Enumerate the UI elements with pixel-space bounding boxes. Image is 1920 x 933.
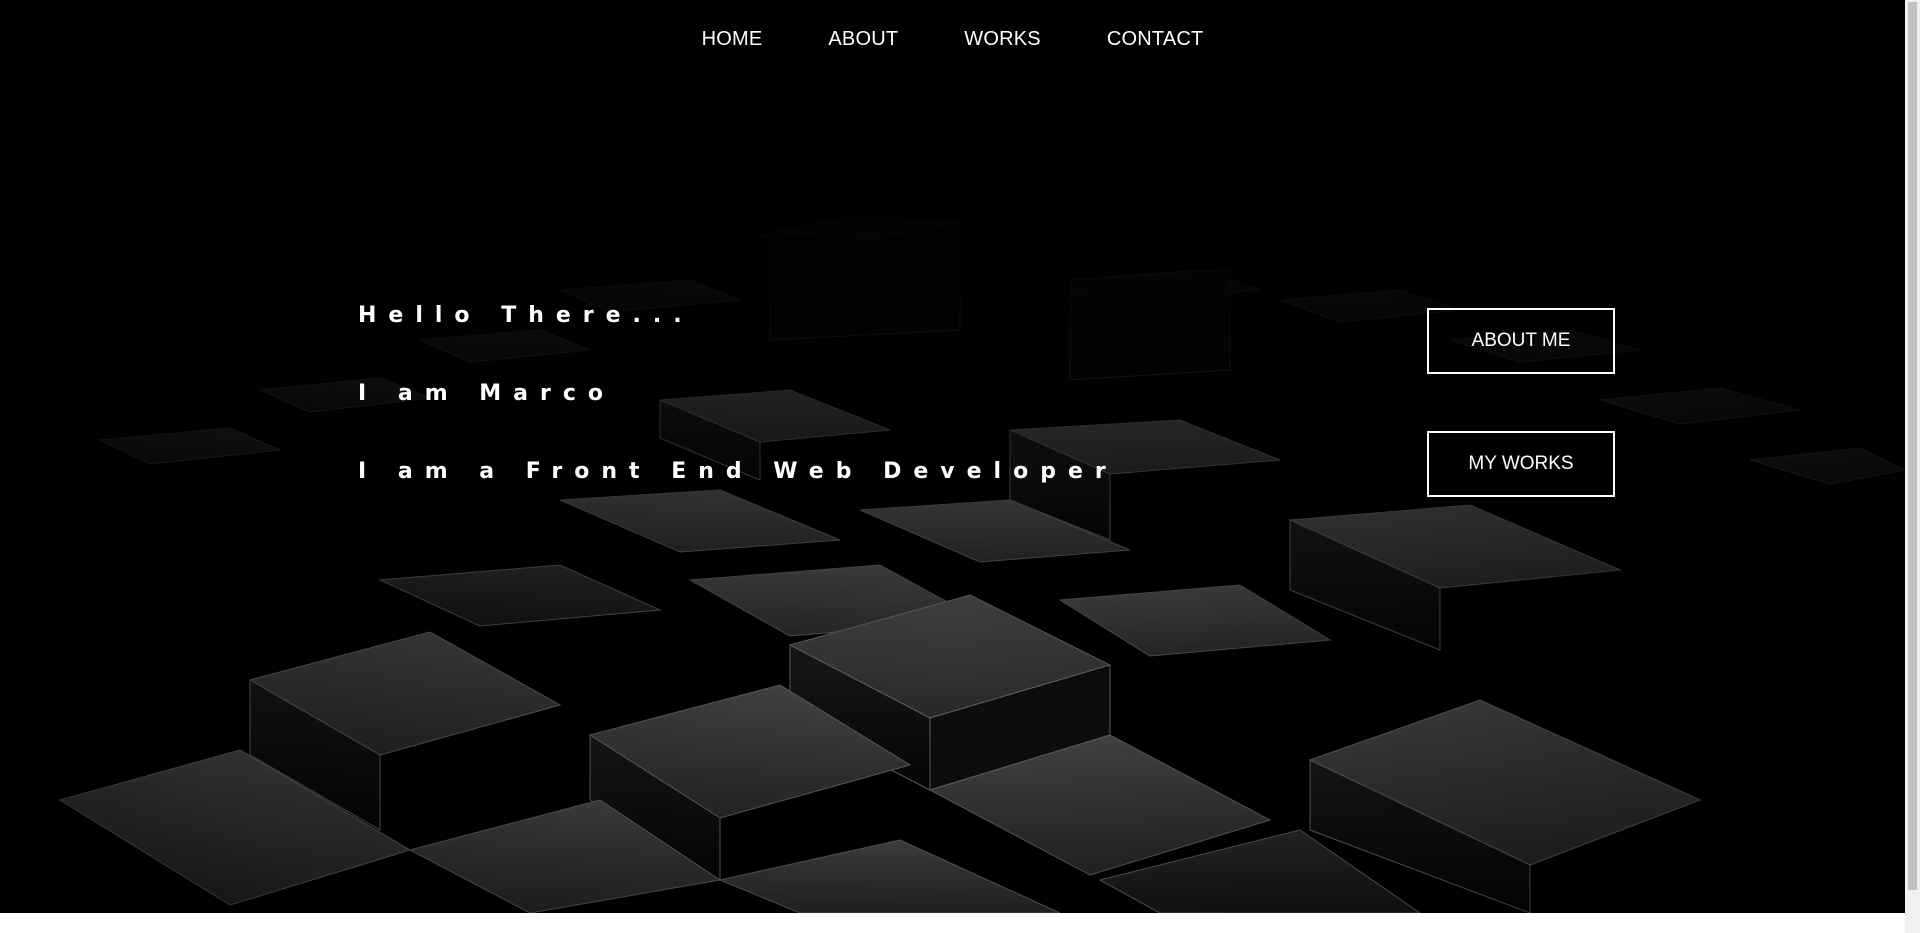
nav-item-works[interactable]: WORKS [964,28,1041,51]
page-scrollbar[interactable] [1905,0,1920,933]
about-me-button[interactable]: ABOUT ME [1427,308,1615,374]
page: HOME ABOUT WORKS CONTACT Hello There... … [0,0,1920,933]
main-nav: HOME ABOUT WORKS CONTACT [0,28,1905,51]
cubes-background-image [0,0,1905,913]
nav-item-contact[interactable]: CONTACT [1107,28,1204,51]
role-text: I am a Front End Web Developer [358,459,1118,484]
scrollbar-thumb[interactable] [1908,2,1917,890]
greeting-text: Hello There... [358,303,694,328]
nav-item-about[interactable]: ABOUT [828,28,898,51]
hero-section: HOME ABOUT WORKS CONTACT Hello There... … [0,0,1905,913]
nav-item-home[interactable]: HOME [702,28,763,51]
name-text: I am Marco [358,381,616,406]
my-works-button[interactable]: MY WORKS [1427,431,1615,497]
